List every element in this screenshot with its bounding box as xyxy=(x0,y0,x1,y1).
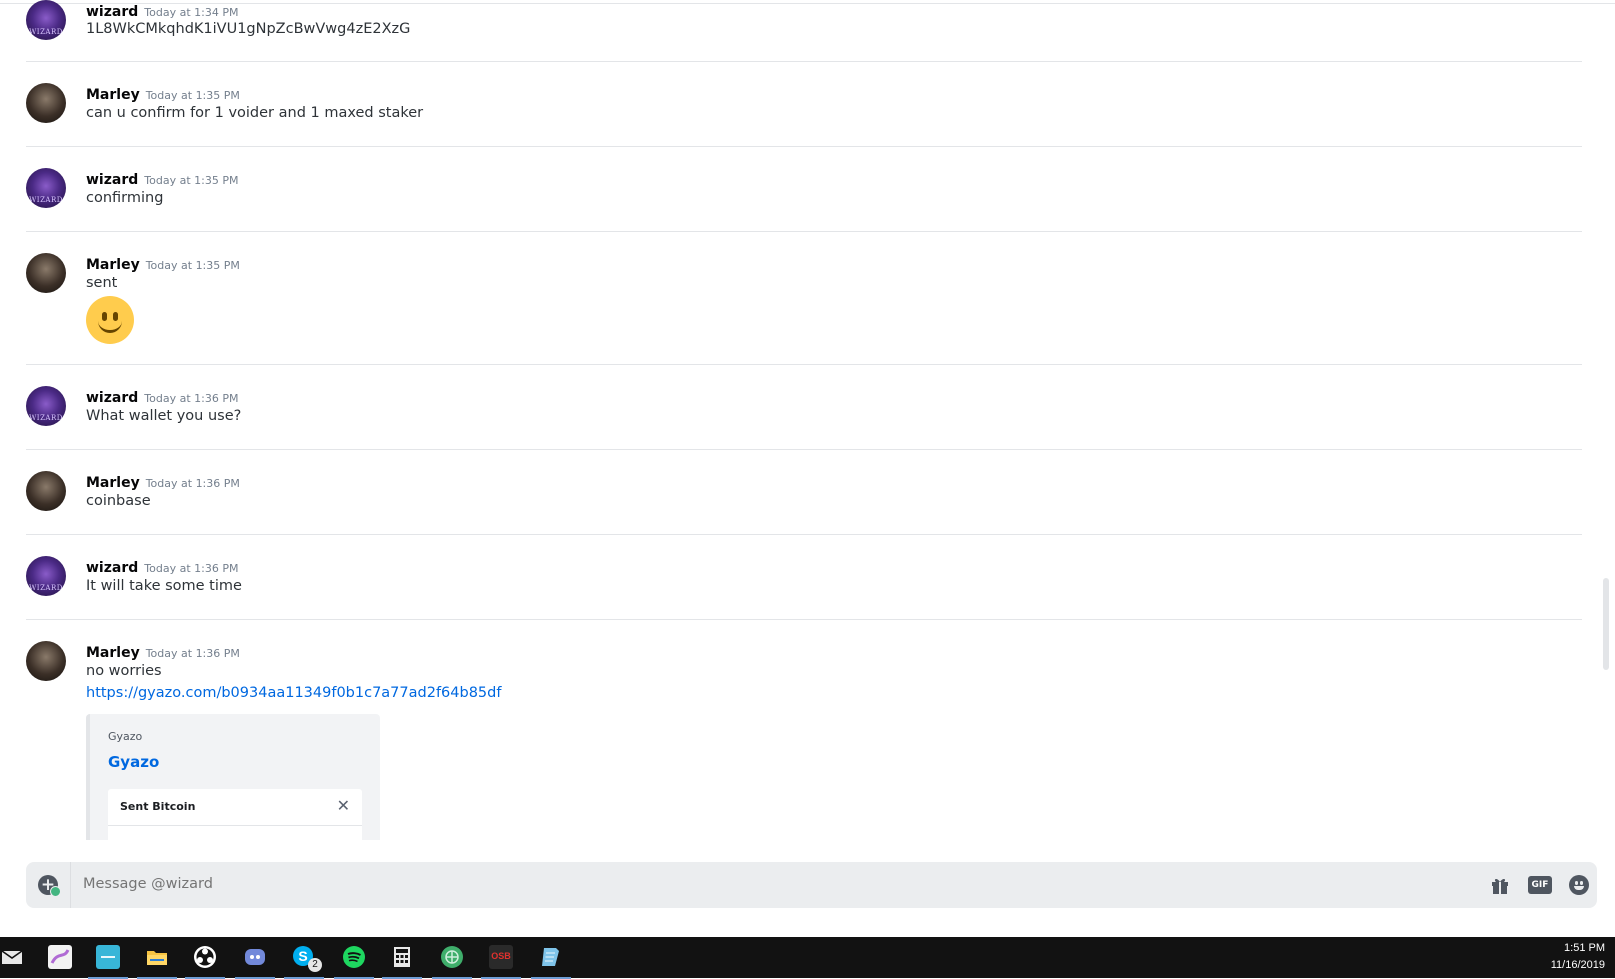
message-item: WIZARD wizard Today at 1:34 PM 1L8WkCMkqh… xyxy=(26,0,1582,60)
divider xyxy=(26,619,1582,620)
message-text: confirming xyxy=(86,190,164,206)
divider xyxy=(26,449,1582,450)
svg-text:S: S xyxy=(298,948,307,964)
clock-date: 11/16/2019 xyxy=(1550,959,1605,971)
message-header: Marley Today at 1:35 PM xyxy=(86,84,240,103)
calculator-icon[interactable] xyxy=(382,945,422,979)
avatar-text: WIZARD xyxy=(29,414,63,422)
username[interactable]: Marley xyxy=(86,645,140,661)
embed-card-title: Sent Bitcoin xyxy=(120,800,196,813)
message-header: Marley Today at 1:36 PM xyxy=(86,642,240,661)
embed-image[interactable]: Sent Bitcoin ✕ xyxy=(108,789,362,840)
file-explorer-icon[interactable] xyxy=(137,945,177,979)
embed-provider[interactable]: Gyazo xyxy=(108,730,142,743)
message-text: 1L8WkCMkqhdK1iVU1gNpZcBwVwg4zE2XzG xyxy=(86,21,411,37)
divider xyxy=(26,231,1582,232)
avatar-text: WIZARD xyxy=(29,584,63,592)
link-embed: Gyazo Gyazo Sent Bitcoin ✕ xyxy=(86,714,380,840)
osb-icon[interactable]: OSB xyxy=(481,945,521,979)
divider xyxy=(26,146,1582,147)
message-header: Marley Today at 1:36 PM xyxy=(86,472,240,491)
mail-icon[interactable] xyxy=(0,945,24,969)
message-item: Marley Today at 1:36 PM coinbase xyxy=(26,471,1582,531)
paint-icon[interactable] xyxy=(48,945,72,969)
obs-icon[interactable] xyxy=(185,945,225,979)
timestamp: Today at 1:35 PM xyxy=(145,89,240,102)
username[interactable]: wizard xyxy=(86,560,138,576)
embed-card-divider xyxy=(108,825,362,826)
message-header: wizard Today at 1:36 PM xyxy=(86,557,238,576)
globe-app-icon[interactable] xyxy=(432,945,472,979)
message-text: can u confirm for 1 voider and 1 maxed s… xyxy=(86,105,424,121)
username[interactable]: Marley xyxy=(86,87,140,103)
username[interactable]: Marley xyxy=(86,475,140,491)
teal-app-icon[interactable] xyxy=(88,945,128,979)
username[interactable]: wizard xyxy=(86,172,138,188)
message-link[interactable]: https://gyazo.com/b0934aa11349f0b1c7a77a… xyxy=(86,685,501,701)
message-item: Marley Today at 1:35 PM sent xyxy=(26,253,1582,353)
username[interactable]: Marley xyxy=(86,257,140,273)
avatar-marley[interactable] xyxy=(26,471,66,511)
message-header: wizard Today at 1:34 PM xyxy=(86,1,238,20)
chat-area: WIZARD wizard Today at 1:34 PM 1L8WkCMkqh… xyxy=(0,0,1615,840)
avatar-marley[interactable] xyxy=(26,641,66,681)
message-text: no worries xyxy=(86,663,162,679)
close-icon: ✕ xyxy=(336,796,350,815)
embed-title[interactable]: Gyazo xyxy=(108,753,159,771)
message-input[interactable] xyxy=(81,875,1435,893)
upload-plus-icon[interactable]: + xyxy=(38,875,61,897)
message-item: WIZARD wizard Today at 1:35 PM confirming xyxy=(26,168,1582,228)
username[interactable]: wizard xyxy=(86,390,138,406)
message-header: wizard Today at 1:36 PM xyxy=(86,387,238,406)
message-item: WIZARD wizard Today at 1:36 PM What walle… xyxy=(26,386,1582,446)
timestamp: Today at 1:36 PM xyxy=(144,562,239,575)
composer-divider xyxy=(70,862,71,908)
message-text: coinbase xyxy=(86,493,151,509)
spotify-icon[interactable] xyxy=(334,945,374,979)
skype-badge: 2 xyxy=(308,958,322,972)
discord-icon[interactable] xyxy=(235,945,275,979)
system-clock[interactable]: 1:51 PM 11/16/2019 xyxy=(1551,940,1605,974)
message-item: WIZARD wizard Today at 1:36 PM It will ta… xyxy=(26,556,1582,616)
gif-button[interactable]: GIF xyxy=(1528,876,1552,894)
smiling-face-emoji-icon[interactable] xyxy=(86,296,134,344)
timestamp: Today at 1:35 PM xyxy=(145,259,240,272)
avatar-marley[interactable] xyxy=(26,83,66,123)
divider xyxy=(26,364,1582,365)
avatar-text: WIZARD xyxy=(29,196,63,204)
message-text: sent xyxy=(86,275,118,291)
avatar-text: WIZARD xyxy=(29,28,63,36)
timestamp: Today at 1:35 PM xyxy=(144,174,239,187)
message-text: What wallet you use? xyxy=(86,408,242,424)
avatar-wizard[interactable]: WIZARD xyxy=(26,386,66,426)
clock-time: 1:51 PM xyxy=(1564,942,1605,954)
message-item: Marley Today at 1:36 PM no worries https:… xyxy=(26,641,1582,840)
message-text: It will take some time xyxy=(86,578,242,594)
taskbar: S 2 OSB 1:51 PM 11/16/2019 xyxy=(0,937,1615,979)
avatar-wizard[interactable]: WIZARD xyxy=(26,168,66,208)
notepad-icon[interactable] xyxy=(531,945,571,979)
osb-label: OSB xyxy=(491,951,511,961)
scrollbar-thumb[interactable] xyxy=(1603,578,1609,670)
timestamp: Today at 1:36 PM xyxy=(145,647,240,660)
timestamp: Today at 1:36 PM xyxy=(145,477,240,490)
divider xyxy=(26,61,1582,62)
gift-icon[interactable] xyxy=(1490,875,1510,895)
username[interactable]: wizard xyxy=(86,4,138,20)
emoji-picker-icon[interactable] xyxy=(1569,875,1589,895)
message-header: wizard Today at 1:35 PM xyxy=(86,169,238,188)
timestamp: Today at 1:36 PM xyxy=(144,392,239,405)
divider xyxy=(26,534,1582,535)
avatar-wizard[interactable]: WIZARD xyxy=(26,556,66,596)
avatar-wizard[interactable]: WIZARD xyxy=(26,0,66,40)
skype-icon[interactable]: S 2 xyxy=(284,945,324,979)
message-header: Marley Today at 1:35 PM xyxy=(86,254,240,273)
message-item: Marley Today at 1:35 PM can u confirm for… xyxy=(26,83,1582,143)
avatar-marley[interactable] xyxy=(26,253,66,293)
message-composer: + GIF xyxy=(26,862,1597,908)
timestamp: Today at 1:34 PM xyxy=(144,6,239,19)
